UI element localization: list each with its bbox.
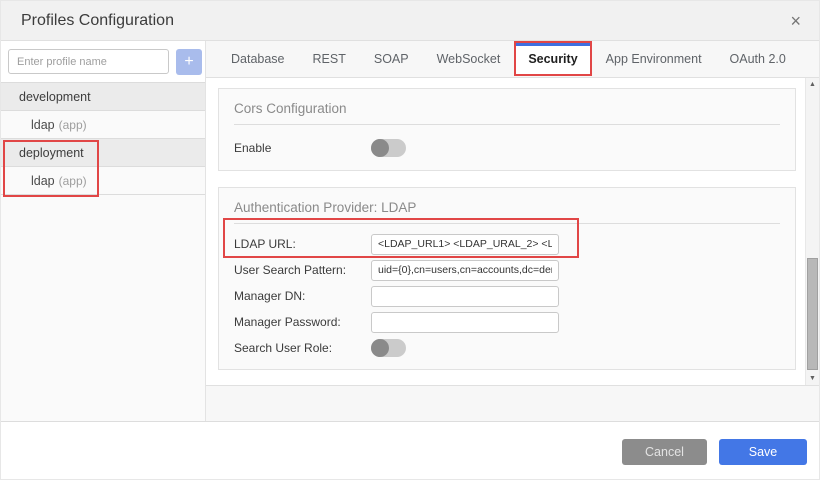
field-row-enable: Enable: [219, 135, 795, 161]
profile-input-row: +: [1, 41, 205, 82]
dialog-body: + development ldap (app) deployment ldap (app…: [1, 41, 819, 421]
field-row-search-user-role: Search User Role:: [219, 335, 795, 361]
search-user-role-toggle[interactable]: [371, 339, 406, 357]
sidebar-item-label: ldap: [31, 118, 55, 132]
sidebar-item-suffix: (app): [59, 118, 87, 132]
field-row-user-search-pattern: User Search Pattern:: [219, 257, 795, 283]
toggle-knob: [371, 339, 389, 357]
field-label-user-search-pattern: User Search Pattern:: [234, 263, 371, 277]
ldap-fields: LDAP URL: User Search Pattern: Manager DN:…: [219, 231, 795, 361]
sidebar-item-label: ldap: [31, 174, 55, 188]
add-profile-button[interactable]: +: [176, 49, 202, 75]
cors-section-title: Cors Configuration: [219, 89, 795, 116]
section-divider: [234, 223, 780, 224]
content-footer-strip: [206, 385, 819, 421]
tab-app-environment[interactable]: App Environment: [592, 41, 716, 77]
cors-fields: Enable: [219, 135, 795, 161]
tab-soap[interactable]: SOAP: [360, 41, 423, 77]
field-label-enable: Enable: [234, 141, 371, 155]
ldap-url-input[interactable]: [371, 234, 559, 255]
dialog-title: Profiles Configuration: [21, 12, 786, 30]
field-label-manager-dn: Manager DN:: [234, 289, 371, 303]
profiles-configuration-dialog: Profiles Configuration × + development ld…: [0, 0, 820, 480]
field-label-manager-password: Manager Password:: [234, 315, 371, 329]
field-row-manager-dn: Manager DN:: [219, 283, 795, 309]
tab-oauth-2-0[interactable]: OAuth 2.0: [716, 41, 800, 77]
tab-database[interactable]: Database: [217, 41, 299, 77]
dialog-footer: Cancel Save: [1, 421, 819, 480]
tab-rest[interactable]: REST: [299, 41, 360, 77]
security-tab-content: Cors Configuration Enable Authentication…: [206, 78, 819, 385]
sidebar-item-development[interactable]: development: [1, 83, 205, 111]
sidebar-item-suffix: (app): [59, 174, 87, 188]
cors-configuration-card: Cors Configuration Enable: [218, 88, 796, 171]
tab-security[interactable]: Security: [514, 41, 591, 76]
profile-list: development ldap (app) deployment ldap (app): [1, 82, 205, 195]
sidebar-item-deployment[interactable]: deployment: [1, 139, 205, 167]
scroll-up-icon[interactable]: ▲: [806, 78, 819, 91]
scrollbar-thumb[interactable]: [807, 258, 818, 370]
tab-bar: DatabaseRESTSOAPWebSocketSecurityApp Env…: [206, 41, 819, 78]
close-icon[interactable]: ×: [786, 10, 805, 32]
vertical-scrollbar[interactable]: ▲ ▼: [805, 78, 819, 385]
sidebar-item-ldap[interactable]: ldap (app): [1, 167, 205, 195]
cancel-button[interactable]: Cancel: [622, 439, 707, 465]
enable-toggle[interactable]: [371, 139, 406, 157]
field-row-manager-password: Manager Password:: [219, 309, 795, 335]
profile-name-input[interactable]: [8, 49, 169, 74]
dialog-header: Profiles Configuration ×: [1, 1, 819, 41]
sidebar-item-label: development: [19, 90, 91, 104]
profiles-sidebar: + development ldap (app) deployment ldap (app…: [1, 41, 206, 421]
field-label-ldap-url: LDAP URL:: [234, 237, 371, 251]
section-divider: [234, 124, 780, 125]
tab-websocket[interactable]: WebSocket: [423, 41, 515, 77]
ldap-section-title: Authentication Provider: LDAP: [219, 188, 795, 215]
main-panel: DatabaseRESTSOAPWebSocketSecurityApp Env…: [206, 41, 819, 421]
ldap-provider-card: Authentication Provider: LDAP LDAP URL: U…: [218, 187, 796, 370]
field-row-ldap-url: LDAP URL:: [219, 231, 795, 257]
toggle-knob: [371, 139, 389, 157]
scroll-down-icon[interactable]: ▼: [806, 372, 819, 385]
field-label-search-user-role: Search User Role:: [234, 341, 371, 355]
user-search-pattern-input[interactable]: [371, 260, 559, 281]
manager-password-input[interactable]: [371, 312, 559, 333]
save-button[interactable]: Save: [719, 439, 807, 465]
sidebar-item-label: deployment: [19, 146, 84, 160]
sidebar-item-ldap[interactable]: ldap (app): [1, 111, 205, 139]
manager-dn-input[interactable]: [371, 286, 559, 307]
